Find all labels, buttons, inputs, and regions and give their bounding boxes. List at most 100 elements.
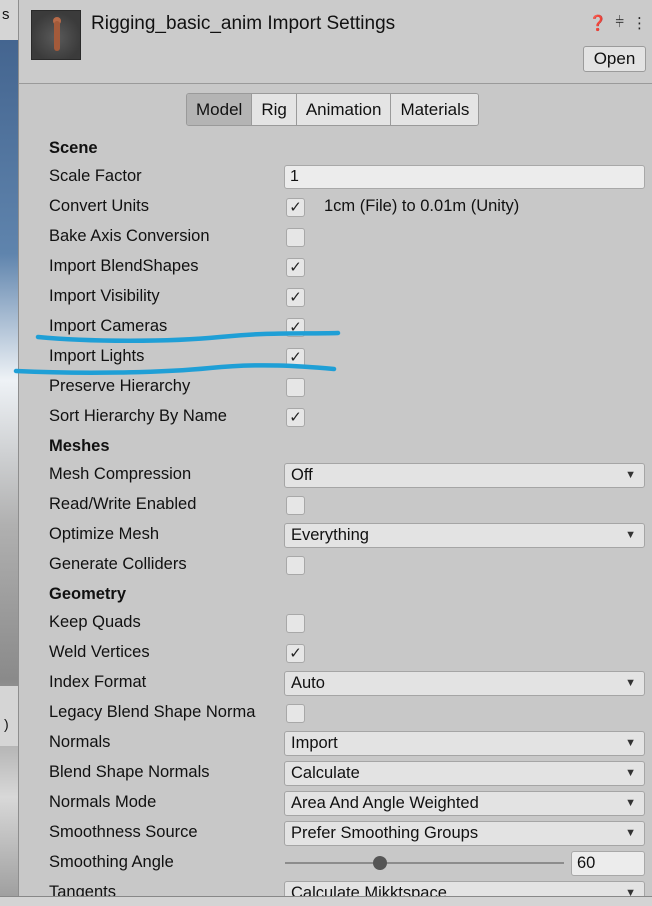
sort-hierarchy-checkbox[interactable]: ✓ bbox=[286, 408, 305, 427]
field-label: Optimize Mesh bbox=[49, 525, 160, 543]
field-label: Blend Shape Normals bbox=[49, 763, 210, 781]
help-icon[interactable]: ❓ bbox=[589, 14, 608, 32]
mesh-compression-dropdown[interactable]: Off ▼ bbox=[284, 463, 645, 488]
inspector-title: Rigging_basic_anim Import Settings bbox=[91, 13, 396, 34]
field-label: Sort Hierarchy By Name bbox=[49, 407, 227, 425]
convert-units-checkbox[interactable]: ✓ bbox=[286, 198, 305, 217]
field-label: Weld Vertices bbox=[49, 643, 150, 661]
row-normals: Normals Import ▼ bbox=[19, 728, 652, 758]
field-label: Convert Units bbox=[49, 197, 149, 215]
read-write-checkbox[interactable] bbox=[286, 496, 305, 515]
row-smoothness-source: Smoothness Source Prefer Smoothing Group… bbox=[19, 818, 652, 848]
row-normals-mode: Normals Mode Area And Angle Weighted ▼ bbox=[19, 788, 652, 818]
section-scene: Scene bbox=[19, 134, 652, 162]
smoothing-angle-slider[interactable] bbox=[285, 862, 564, 864]
bottom-edge bbox=[0, 896, 652, 906]
row-import-lights: Import Lights ✓ bbox=[19, 342, 652, 372]
normals-mode-dropdown[interactable]: Area And Angle Weighted ▼ bbox=[284, 791, 645, 816]
import-blendshapes-checkbox[interactable]: ✓ bbox=[286, 258, 305, 277]
chevron-down-icon: ▼ bbox=[625, 767, 636, 779]
row-weld-vertices: Weld Vertices ✓ bbox=[19, 638, 652, 668]
section-heading: Geometry bbox=[49, 585, 127, 603]
generate-colliders-checkbox[interactable] bbox=[286, 556, 305, 575]
tab-materials[interactable]: Materials bbox=[391, 94, 479, 125]
preserve-hierarchy-checkbox[interactable] bbox=[286, 378, 305, 397]
tab-animation[interactable]: Animation bbox=[296, 94, 392, 125]
row-bake-axis: Bake Axis Conversion bbox=[19, 222, 652, 252]
field-label: Legacy Blend Shape Norma bbox=[49, 703, 256, 721]
keep-quads-checkbox[interactable] bbox=[286, 614, 305, 633]
row-legacy-blend: Legacy Blend Shape Norma bbox=[19, 698, 652, 728]
import-cameras-checkbox[interactable]: ✓ bbox=[286, 318, 305, 337]
smoothness-source-dropdown[interactable]: Prefer Smoothing Groups ▼ bbox=[284, 821, 645, 846]
row-read-write: Read/Write Enabled bbox=[19, 490, 652, 520]
dropdown-value: Import bbox=[291, 734, 338, 752]
optimize-mesh-dropdown[interactable]: Everything ▼ bbox=[284, 523, 645, 548]
row-preserve-hierarchy: Preserve Hierarchy bbox=[19, 372, 652, 402]
import-tabs: Model Rig Animation Materials bbox=[186, 93, 480, 126]
left-strip-mid bbox=[0, 686, 18, 746]
smoothing-angle-input[interactable]: 60 bbox=[571, 851, 645, 876]
scale-factor-input[interactable]: 1 bbox=[284, 165, 645, 189]
chevron-down-icon: ▼ bbox=[625, 827, 636, 839]
section-meshes: Meshes bbox=[19, 432, 652, 460]
left-edge-strip: s ) bbox=[0, 0, 18, 906]
field-label: Import Lights bbox=[49, 347, 145, 365]
field-label: Generate Colliders bbox=[49, 555, 187, 573]
chevron-down-icon: ▼ bbox=[625, 469, 636, 481]
tab-rig[interactable]: Rig bbox=[252, 94, 297, 125]
section-geometry: Geometry bbox=[19, 580, 652, 608]
row-keep-quads: Keep Quads bbox=[19, 608, 652, 638]
normals-dropdown[interactable]: Import ▼ bbox=[284, 731, 645, 756]
index-format-dropdown[interactable]: Auto ▼ bbox=[284, 671, 645, 696]
row-sort-hierarchy: Sort Hierarchy By Name ✓ bbox=[19, 402, 652, 432]
field-label: Bake Axis Conversion bbox=[49, 227, 210, 245]
thumbnail-figure-body bbox=[54, 21, 60, 51]
chevron-down-icon: ▼ bbox=[625, 529, 636, 541]
settings-list: Scene Scale Factor 1 Convert Units ✓ 1cm… bbox=[19, 134, 652, 900]
legacy-blend-checkbox[interactable] bbox=[286, 704, 305, 723]
blend-shape-normals-dropdown[interactable]: Calculate ▼ bbox=[284, 761, 645, 786]
inspector-panel: Rigging_basic_anim Import Settings ❓ ⫩ ⋮… bbox=[18, 0, 652, 906]
field-label: Import Cameras bbox=[49, 317, 168, 335]
bake-axis-checkbox[interactable] bbox=[286, 228, 305, 247]
more-icon[interactable]: ⋮ bbox=[632, 14, 647, 32]
row-blend-shape-normals: Blend Shape Normals Calculate ▼ bbox=[19, 758, 652, 788]
field-label: Normals bbox=[49, 733, 111, 751]
slider-handle[interactable] bbox=[372, 856, 387, 870]
field-label: Normals Mode bbox=[49, 793, 157, 811]
row-smoothing-angle: Smoothing Angle 60 bbox=[19, 848, 652, 878]
row-optimize-mesh: Optimize Mesh Everything ▼ bbox=[19, 520, 652, 550]
row-import-visibility: Import Visibility ✓ bbox=[19, 282, 652, 312]
dropdown-value: Area And Angle Weighted bbox=[291, 794, 479, 812]
tab-model[interactable]: Model bbox=[187, 94, 253, 125]
row-generate-colliders: Generate Colliders bbox=[19, 550, 652, 580]
field-label: Import BlendShapes bbox=[49, 257, 199, 275]
field-label: Mesh Compression bbox=[49, 465, 192, 483]
chevron-down-icon: ▼ bbox=[625, 737, 636, 749]
field-label: Preserve Hierarchy bbox=[49, 377, 191, 395]
field-label: Import Visibility bbox=[49, 287, 160, 305]
left-strip-letter: s bbox=[2, 6, 10, 23]
section-heading: Meshes bbox=[49, 437, 110, 455]
import-lights-checkbox[interactable]: ✓ bbox=[286, 348, 305, 367]
row-index-format: Index Format Auto ▼ bbox=[19, 668, 652, 698]
sliders-icon[interactable]: ⫩ bbox=[615, 14, 624, 32]
weld-vertices-checkbox[interactable]: ✓ bbox=[286, 644, 305, 663]
row-scale-factor: Scale Factor 1 bbox=[19, 162, 652, 192]
field-label: Smoothness Source bbox=[49, 823, 198, 841]
field-label: Smoothing Angle bbox=[49, 853, 174, 871]
left-strip-paren: ) bbox=[4, 716, 9, 732]
row-import-blendshapes: Import BlendShapes ✓ bbox=[19, 252, 652, 282]
import-visibility-checkbox[interactable]: ✓ bbox=[286, 288, 305, 307]
row-import-cameras: Import Cameras ✓ bbox=[19, 312, 652, 342]
section-heading: Scene bbox=[49, 139, 98, 157]
dropdown-value: Off bbox=[291, 466, 313, 484]
field-label: Scale Factor bbox=[49, 167, 142, 185]
open-button[interactable]: Open bbox=[583, 46, 646, 72]
chevron-down-icon: ▼ bbox=[625, 677, 636, 689]
chevron-down-icon: ▼ bbox=[625, 797, 636, 809]
field-label: Index Format bbox=[49, 673, 147, 691]
convert-units-text: 1cm (File) to 0.01m (Unity) bbox=[324, 197, 520, 215]
inspector-header: Rigging_basic_anim Import Settings ❓ ⫩ ⋮… bbox=[19, 0, 652, 84]
